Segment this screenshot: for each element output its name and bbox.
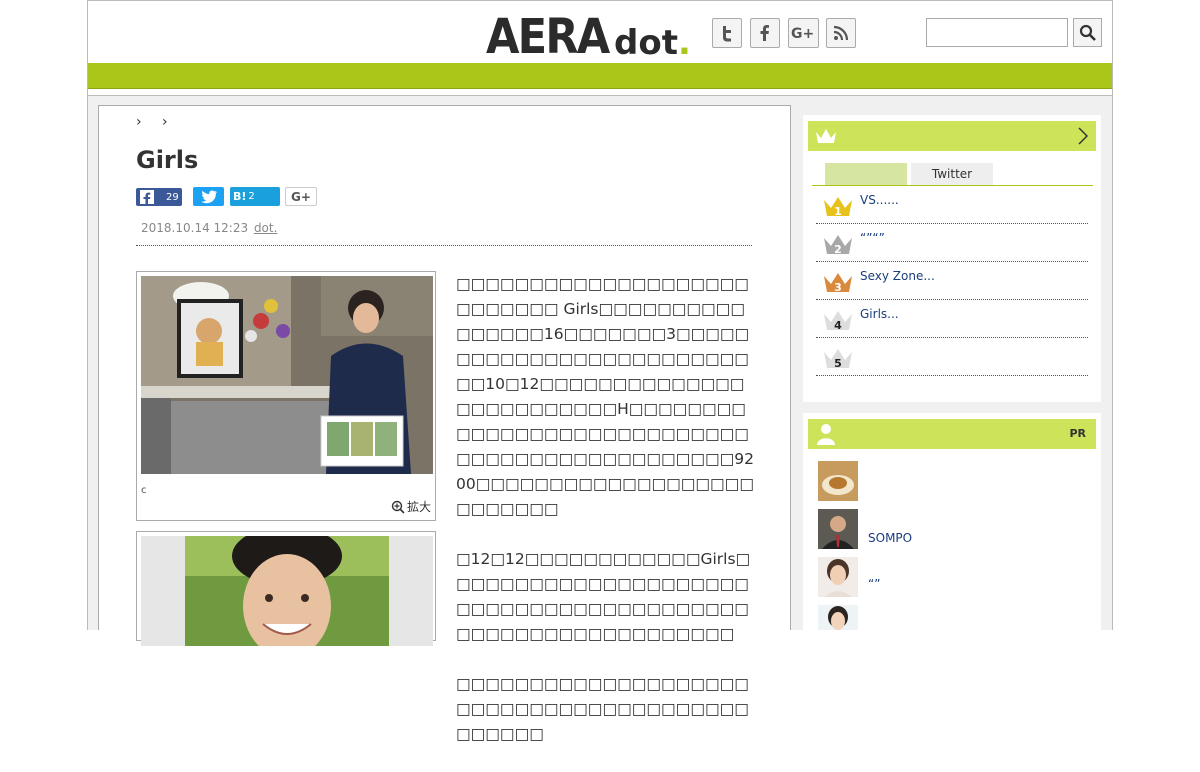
article-photo-figure: c 拡大: [136, 271, 436, 521]
rss-icon[interactable]: [826, 18, 856, 48]
search-button[interactable]: [1073, 18, 1102, 47]
facebook-icon: [140, 190, 154, 204]
chevron-right-icon[interactable]: [1078, 127, 1088, 145]
site-logo[interactable]: AERA dot.: [486, 7, 691, 61]
ranking-item-label[interactable]: Sexy Zone...: [860, 269, 935, 283]
rank-crown-icon: 5: [824, 349, 852, 370]
page-title: Girls: [136, 146, 199, 174]
pr-thumbnail[interactable]: [818, 509, 858, 549]
tab-ranking-access[interactable]: [825, 163, 907, 185]
svg-text:G+: G+: [791, 26, 814, 41]
article-paragraph: □□□□□□□□□□□□□□□□□□□□□□□□□□□□□□□□□□□□□□□□…: [456, 675, 749, 743]
twitter-icon[interactable]: [712, 18, 742, 48]
photo-caption: c: [141, 485, 147, 496]
rank-crown-icon: 1: [824, 197, 852, 218]
ranking-item[interactable]: 3 Sexy Zone...: [816, 262, 1088, 300]
article-meta: 2018.10.14 12:23 dot.: [141, 221, 277, 235]
twitter-share-button[interactable]: [193, 187, 224, 206]
crown-icon: [816, 129, 836, 143]
pr-item-label[interactable]: SOMPO: [868, 531, 912, 545]
article-source-link[interactable]: dot.: [254, 221, 277, 235]
breadcrumb[interactable]: › ›: [136, 114, 176, 130]
logo-aera-text: AERA: [486, 9, 610, 65]
twitter-icon: [200, 190, 217, 203]
zoom-label: 拡大: [406, 500, 431, 514]
person-icon: [817, 424, 835, 445]
ranking-item-label[interactable]: “”“”: [860, 231, 885, 245]
article-photo-second-figure: [136, 531, 436, 646]
article-date: 2018.10.14 12:23: [141, 221, 249, 235]
pr-thumbnail[interactable]: [818, 557, 858, 597]
article-body: □□□□□□□□□□□□□□□□□□□□□□□□□□□ Girls□□□□□□□…: [456, 272, 754, 772]
facebook-icon[interactable]: [750, 18, 780, 48]
article-panel: › › Girls 29 B! 2 G+ 2018.10.14 12:23 do…: [98, 105, 791, 743]
googleplus-share-button[interactable]: G+: [285, 187, 317, 206]
search-input[interactable]: [926, 18, 1068, 47]
ranking-item[interactable]: 1 VS......: [816, 186, 1088, 224]
zoom-icon: [391, 500, 405, 514]
divider: [136, 245, 752, 246]
rank-number: 3: [834, 281, 842, 294]
pr-header: PR: [808, 419, 1096, 449]
article-paragraph: □12□12□□□□□□□□□□□□Girls□□□□□□□□□□□□□□□□□…: [456, 550, 751, 643]
nav-bar: [88, 63, 1112, 89]
pr-item-label[interactable]: “”: [868, 577, 880, 591]
article-photo[interactable]: [141, 276, 433, 474]
rank-crown-icon: 3: [824, 273, 852, 294]
pr-label: PR: [1069, 427, 1086, 440]
search-icon: [1079, 24, 1096, 41]
ranking-header: [808, 121, 1096, 151]
pr-thumbnail[interactable]: [818, 605, 858, 630]
facebook-share-count: 29: [166, 191, 179, 203]
ranking-item-label[interactable]: VS......: [860, 193, 899, 207]
ranking-item[interactable]: 5: [816, 338, 1088, 376]
zoom-button[interactable]: 拡大: [391, 498, 431, 515]
rank-number: 5: [834, 357, 842, 370]
rank-crown-icon: 2: [824, 235, 852, 256]
ranking-item[interactable]: 2 “”“”: [816, 224, 1088, 262]
hatena-count: 2: [248, 191, 255, 202]
googleplus-icon[interactable]: G+: [788, 18, 819, 48]
facebook-share-button[interactable]: 29: [136, 188, 182, 206]
rank-number: 2: [834, 243, 842, 256]
ranking-item[interactable]: 4 Girls...: [816, 300, 1088, 338]
rank-number: 4: [834, 319, 842, 332]
site-header: AERA dot. G+: [88, 0, 1112, 63]
hatena-icon: B!: [233, 190, 247, 203]
tab-ranking-twitter[interactable]: Twitter: [911, 163, 993, 185]
rank-number: 1: [834, 205, 842, 218]
googleplus-icon: G+: [291, 189, 311, 204]
rank-crown-icon: 4: [824, 311, 852, 332]
pr-thumbnail[interactable]: [818, 461, 858, 501]
logo-dot-text: dot.: [614, 23, 691, 63]
hatena-bookmark-button[interactable]: B! 2: [230, 187, 280, 206]
article-paragraph: □□□□□□□□□□□□□□□□□□□□□□□□□□□ Girls□□□□□□□…: [456, 275, 754, 518]
ranking-item-label[interactable]: Girls...: [860, 307, 899, 321]
